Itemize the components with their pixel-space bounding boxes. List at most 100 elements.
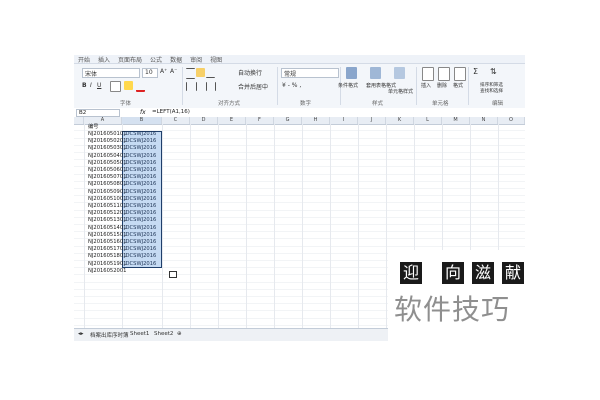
- cell-a-value[interactable]: NJ2016050801: [88, 181, 126, 188]
- autosum-icon[interactable]: Σ: [473, 67, 478, 76]
- column-header-l[interactable]: L: [414, 117, 442, 124]
- format-button[interactable]: 格式: [453, 82, 463, 89]
- cell-b-value[interactable]: JDCSWJ2016: [124, 189, 156, 196]
- currency-format-icon[interactable]: ¥ - % ,: [282, 82, 301, 89]
- find-select-button[interactable]: 查找和选择: [480, 88, 503, 94]
- insert-cells-icon[interactable]: [422, 67, 434, 81]
- column-header-a[interactable]: A: [84, 117, 122, 124]
- column-header-d[interactable]: D: [190, 117, 218, 124]
- cell-a-value[interactable]: NJ2016051801: [88, 253, 126, 260]
- cell-b-value[interactable]: JDCSWJ2016: [124, 203, 156, 210]
- cell-style-icon[interactable]: [394, 67, 405, 79]
- cell-b-value[interactable]: JDCSWJ2016: [124, 196, 156, 203]
- cell-b-value[interactable]: JDCSWJ2016: [124, 138, 156, 145]
- cell-a-value[interactable]: NJ2016051001: [88, 196, 126, 203]
- column-header-o[interactable]: O: [498, 117, 525, 124]
- cell-a-value[interactable]: NJ2016051201: [88, 210, 126, 217]
- formula-input[interactable]: =LEFT(A1,16): [152, 109, 190, 115]
- align-top-icon[interactable]: [186, 68, 195, 79]
- menu-data[interactable]: 数据: [170, 55, 182, 64]
- insert-button[interactable]: 插入: [421, 82, 431, 89]
- cell-a-value[interactable]: NJ2016050401: [88, 153, 126, 160]
- number-format-select[interactable]: 常规: [281, 68, 339, 78]
- cell-a-value[interactable]: NJ2016050701: [88, 174, 126, 181]
- menu-insert[interactable]: 插入: [98, 55, 110, 64]
- name-box[interactable]: B2: [76, 109, 120, 117]
- sheet-tab-archive[interactable]: 档案出库序时簿: [90, 331, 129, 339]
- cell-a-value[interactable]: NJ2016051901: [88, 261, 126, 268]
- italic-icon[interactable]: I: [90, 82, 92, 89]
- menu-home[interactable]: 开始: [78, 55, 90, 64]
- wrap-text-button[interactable]: 自动换行: [238, 68, 262, 77]
- bold-icon[interactable]: B: [82, 82, 87, 89]
- column-header-g[interactable]: G: [274, 117, 302, 124]
- cell-b-value[interactable]: JDCSWJ2016: [124, 232, 156, 239]
- cell-a-value[interactable]: NJ2016051701: [88, 246, 126, 253]
- column-header-k[interactable]: K: [386, 117, 414, 124]
- cell-b-value[interactable]: JDCSWJ2016: [124, 153, 156, 160]
- conditional-format-icon[interactable]: [346, 67, 357, 79]
- cell-a-value[interactable]: NJ2016050101: [88, 131, 126, 138]
- column-header-f[interactable]: F: [246, 117, 274, 124]
- column-header-e[interactable]: E: [218, 117, 246, 124]
- grow-font-icon[interactable]: A⁺: [160, 68, 167, 75]
- column-header-n[interactable]: N: [470, 117, 498, 124]
- cell-b-value[interactable]: JDCSWJ2016: [124, 239, 156, 246]
- shrink-font-icon[interactable]: A⁻: [170, 68, 177, 75]
- cell-b-value[interactable]: JDCSWJ2016: [124, 160, 156, 167]
- cell-b-value[interactable]: JDCSWJ2016: [124, 253, 156, 260]
- underline-icon[interactable]: U: [97, 82, 101, 89]
- font-color-icon[interactable]: [136, 81, 145, 92]
- cell-b-value[interactable]: JDCSWJ2016: [124, 181, 156, 188]
- cell-a-value[interactable]: NJ2016051101: [88, 203, 126, 210]
- menu-page-layout[interactable]: 页面布局: [118, 55, 142, 64]
- border-icon[interactable]: [110, 81, 121, 92]
- table-format-icon[interactable]: [370, 67, 381, 79]
- cell-b-value[interactable]: JDCSWJ2016: [124, 217, 156, 224]
- fx-icon[interactable]: fx: [140, 109, 146, 116]
- font-name-select[interactable]: 宋体: [82, 68, 140, 78]
- align-middle-icon[interactable]: [196, 68, 205, 77]
- align-bottom-icon[interactable]: [206, 68, 215, 78]
- column-header-i[interactable]: I: [330, 117, 358, 124]
- sheet-tab-sheet1[interactable]: Sheet1: [130, 331, 149, 337]
- column-header-b[interactable]: B: [122, 117, 162, 124]
- menu-review[interactable]: 审阅: [190, 55, 202, 64]
- cell-b-value[interactable]: JDCSWJ2016: [124, 210, 156, 217]
- conditional-format-button[interactable]: 条件格式: [338, 82, 358, 89]
- cell-a-value[interactable]: NJ2016050901: [88, 189, 126, 196]
- column-header-j[interactable]: J: [358, 117, 386, 124]
- format-cells-icon[interactable]: [454, 67, 466, 81]
- sheet-tab-sheet2[interactable]: Sheet2: [154, 331, 173, 337]
- cell-a-value[interactable]: NJ2016050601: [88, 167, 126, 174]
- cell-b-value[interactable]: JDCSWJ2016: [124, 167, 156, 174]
- autofill-options-icon[interactable]: [169, 271, 177, 278]
- font-size-select[interactable]: 10: [142, 68, 158, 78]
- cell-b-value[interactable]: JDCSWJ2016: [124, 174, 156, 181]
- cell-b-value[interactable]: JDCSWJ2016: [124, 225, 156, 232]
- menu-view[interactable]: 视图: [210, 55, 222, 64]
- cell-a-value[interactable]: NJ2016052001: [88, 268, 126, 275]
- cell-b-value[interactable]: JDCSWJ2016: [124, 131, 156, 138]
- cell-a-value[interactable]: NJ2016050201: [88, 138, 126, 145]
- cell-a-value[interactable]: NJ2016050301: [88, 145, 126, 152]
- cell-a-value[interactable]: NJ2016051401: [88, 225, 126, 232]
- tab-nav-icon[interactable]: ◂▸: [78, 331, 84, 337]
- cell-b-value[interactable]: JDCSWJ2016: [124, 246, 156, 253]
- align-right-icon[interactable]: [206, 82, 216, 91]
- delete-button[interactable]: 删除: [437, 82, 447, 89]
- select-all-corner[interactable]: [74, 117, 84, 124]
- cell-style-button[interactable]: 单元格样式: [388, 88, 413, 95]
- cell-a-value[interactable]: NJ2016051301: [88, 217, 126, 224]
- column-header-h[interactable]: H: [302, 117, 330, 124]
- cell-a-value[interactable]: NJ2016050501: [88, 160, 126, 167]
- sort-filter-icon[interactable]: ⇅: [490, 67, 497, 76]
- menu-formulas[interactable]: 公式: [150, 55, 162, 64]
- cell-b-value[interactable]: JDCSWJ2016: [124, 261, 156, 268]
- merge-center-button[interactable]: 合并后居中: [238, 82, 268, 91]
- column-header-c[interactable]: C: [162, 117, 190, 124]
- cell-b-value[interactable]: JDCSWJ2016: [124, 145, 156, 152]
- align-left-icon[interactable]: [186, 82, 196, 91]
- cell-a-value[interactable]: NJ2016051601: [88, 239, 126, 246]
- new-sheet-icon[interactable]: ⊕: [177, 331, 182, 337]
